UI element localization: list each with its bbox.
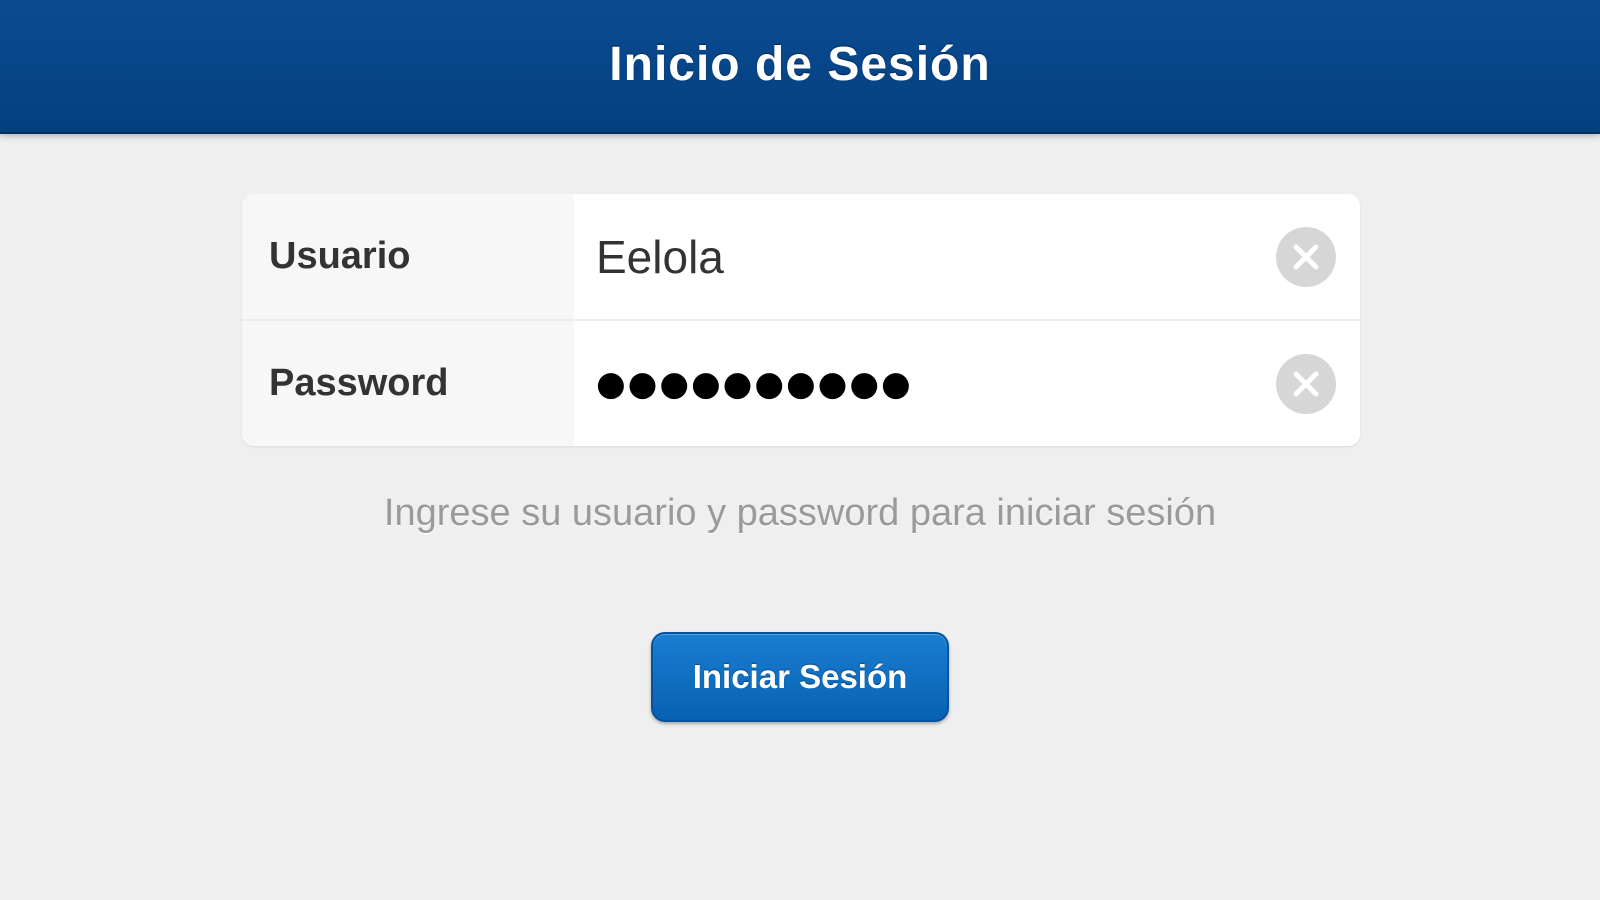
clear-password-button[interactable] — [1276, 353, 1336, 414]
password-label-cell: Password — [242, 321, 574, 446]
clear-icon — [1293, 244, 1319, 269]
clear-icon — [1293, 371, 1319, 396]
login-hint: Ingrese su usuario y password para inici… — [383, 492, 1217, 534]
username-label: Usuario — [269, 235, 411, 277]
username-field[interactable]: Eelola — [574, 194, 1360, 319]
username-row: Usuario Eelola — [242, 194, 1360, 319]
username-value[interactable]: Eelola — [596, 230, 724, 284]
password-field[interactable]: ●●●●●●●●●● — [574, 321, 1360, 446]
navigation-bar: Inicio de Sesión — [0, 0, 1600, 134]
password-value[interactable]: ●●●●●●●●●● — [596, 364, 913, 404]
username-label-cell: Usuario — [242, 194, 574, 319]
password-row: Password ●●●●●●●●●● — [242, 321, 1360, 446]
login-button[interactable]: Iniciar Sesión — [651, 632, 949, 722]
login-form: Usuario Eelola Password ●●●●●●●●●● — [242, 194, 1360, 446]
page-title: Inicio de Sesión — [609, 37, 991, 91]
password-label: Password — [269, 362, 449, 404]
clear-username-button[interactable] — [1276, 226, 1336, 287]
login-button-label: Iniciar Sesión — [692, 658, 908, 695]
